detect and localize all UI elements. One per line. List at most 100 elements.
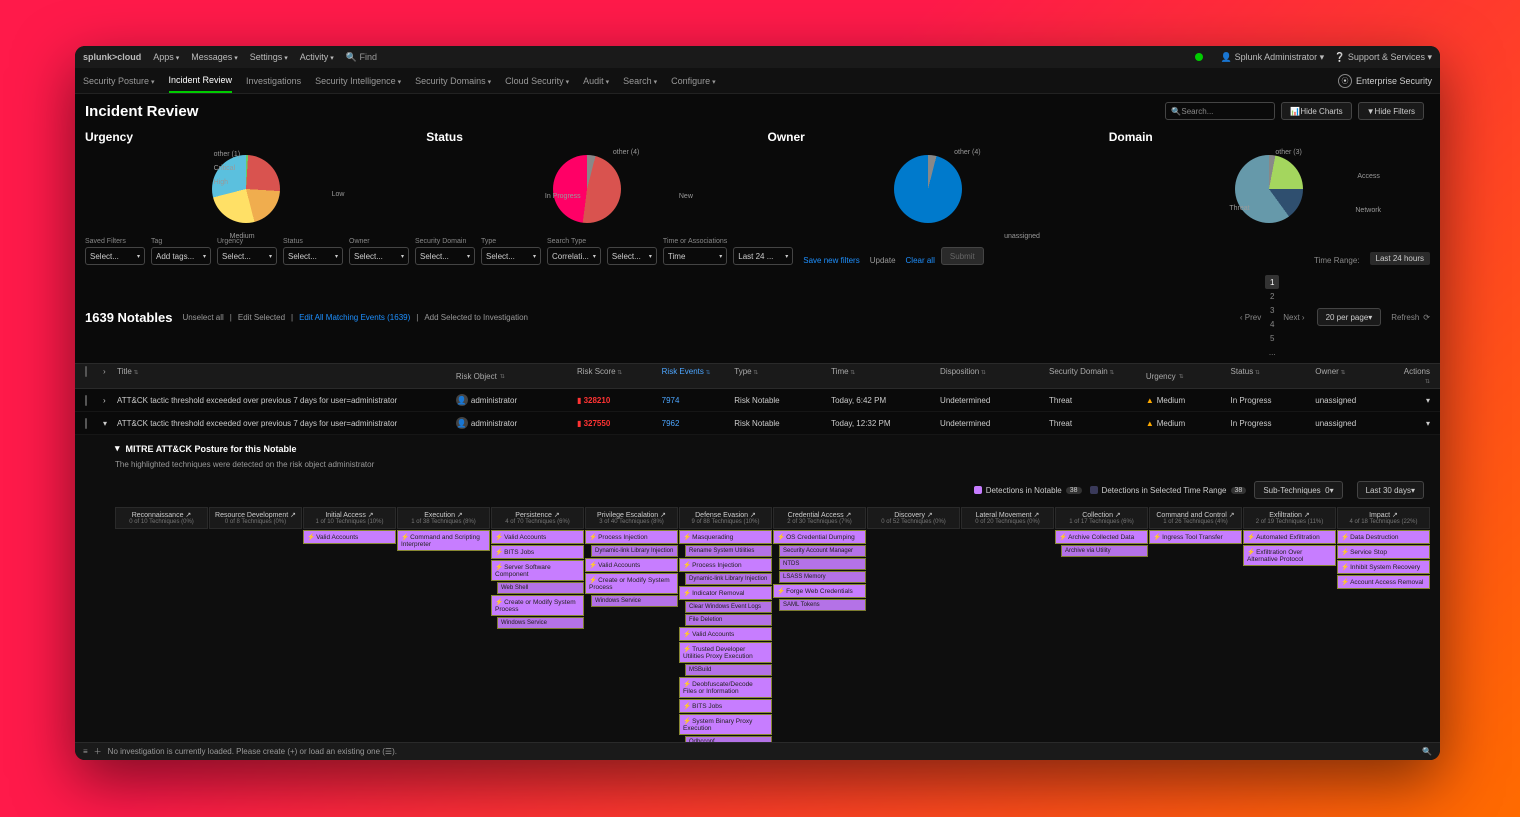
tactic-header[interactable]: Resource Development ↗0 of 8 Techniques … <box>209 507 302 529</box>
technique-cell[interactable]: ⚡BITS Jobs <box>491 545 584 559</box>
nav-item[interactable]: Cloud Security <box>505 70 569 92</box>
row-checkbox[interactable] <box>85 418 87 429</box>
hide-charts-button[interactable]: 📊 Hide Charts <box>1281 102 1351 120</box>
select-all-checkbox[interactable] <box>85 366 87 377</box>
filter-select[interactable]: Select... <box>607 247 657 265</box>
top-menu-item[interactable]: Messages <box>191 52 238 62</box>
nav-item[interactable]: Security Domains <box>415 70 491 92</box>
find-link[interactable]: 🔍 Find <box>346 52 377 63</box>
filter-select[interactable]: Select... <box>85 247 145 265</box>
technique-cell[interactable]: MSBuild <box>685 664 772 676</box>
tactic-header[interactable]: Command and Control ↗1 of 26 Techniques … <box>1149 507 1242 529</box>
unselect-all-link[interactable]: Unselect all <box>182 313 223 322</box>
table-row[interactable]: ▾ ATT&CK tactic threshold exceeded over … <box>75 412 1440 435</box>
technique-cell[interactable]: ⚡Inhibit System Recovery <box>1337 560 1430 574</box>
filter-select[interactable]: Select... <box>349 247 409 265</box>
submit-button[interactable]: Submit <box>941 247 984 265</box>
technique-cell[interactable]: File Deletion <box>685 614 772 626</box>
technique-cell[interactable]: LSASS Memory <box>779 571 866 583</box>
edit-selected-link[interactable]: Edit Selected <box>238 313 285 322</box>
column-header[interactable]: Owner <box>1315 367 1400 385</box>
pager-next[interactable]: Next › <box>1283 313 1304 322</box>
column-header[interactable]: Risk Object <box>456 367 577 385</box>
tactic-header[interactable]: Persistence ↗4 of 70 Techniques (6%) <box>491 507 584 529</box>
sub-techniques-select[interactable]: Sub-Techniques 0 ▾ <box>1254 481 1342 499</box>
tactic-header[interactable]: Execution ↗1 of 38 Techniques (8%) <box>397 507 490 529</box>
page-number[interactable]: 1 <box>1265 275 1279 289</box>
technique-cell[interactable]: ⚡Data Destruction <box>1337 530 1430 544</box>
technique-cell[interactable]: Windows Service <box>497 617 584 629</box>
expand-row[interactable]: ▾ <box>103 419 117 428</box>
technique-cell[interactable]: ⚡Valid Accounts <box>491 530 584 544</box>
hide-filters-button[interactable]: ▼ Hide Filters <box>1358 102 1424 120</box>
technique-cell[interactable]: Security Account Manager <box>779 545 866 557</box>
nav-item[interactable]: Incident Review <box>169 69 233 93</box>
edit-all-link[interactable]: Edit All Matching Events (1639) <box>299 313 410 322</box>
technique-cell[interactable]: SAML Tokens <box>779 599 866 611</box>
expand-all[interactable]: › <box>103 367 117 385</box>
technique-cell[interactable]: ⚡Archive Collected Data <box>1055 530 1148 544</box>
tactic-header[interactable]: Privilege Escalation ↗3 of 40 Techniques… <box>585 507 678 529</box>
technique-cell[interactable]: ⚡Indicator Removal <box>679 586 772 600</box>
technique-cell[interactable]: NTDS <box>779 558 866 570</box>
refresh-icon[interactable]: ⟳ <box>1423 313 1430 322</box>
top-menu-item[interactable]: Activity <box>300 52 334 62</box>
filter-select[interactable]: Select... <box>217 247 277 265</box>
page-number[interactable]: 4 <box>1265 317 1279 331</box>
technique-cell[interactable]: Clear Windows Event Logs <box>685 601 772 613</box>
add-investigation-link[interactable]: Add Selected to Investigation <box>424 313 528 322</box>
chevron-down-icon[interactable]: ▾ <box>115 443 120 454</box>
technique-cell[interactable]: ⚡Create or Modify System Process <box>585 573 678 594</box>
technique-cell[interactable]: ⚡Exfiltration Over Alternative Protocol <box>1243 545 1336 566</box>
page-number[interactable]: 2 <box>1265 289 1279 303</box>
technique-cell[interactable]: Windows Service <box>591 595 678 607</box>
expand-row[interactable]: › <box>103 396 117 405</box>
column-header[interactable]: Type <box>734 367 831 385</box>
top-menu-item[interactable]: Settings <box>250 52 288 62</box>
technique-cell[interactable]: ⚡Create or Modify System Process <box>491 595 584 616</box>
column-header[interactable]: Security Domain <box>1049 367 1146 385</box>
technique-cell[interactable]: Odbcconf <box>685 736 772 742</box>
technique-cell[interactable]: ⚡Process Injection <box>679 558 772 572</box>
technique-cell[interactable]: ⚡Account Access Removal <box>1337 575 1430 589</box>
page-number[interactable]: 3 <box>1265 303 1279 317</box>
column-header[interactable]: Status <box>1231 367 1316 385</box>
technique-cell[interactable]: ⚡OS Credential Dumping <box>773 530 866 544</box>
page-number[interactable]: 5 <box>1265 331 1279 345</box>
technique-cell[interactable]: Rename System Utilities <box>685 545 772 557</box>
column-header[interactable]: Urgency <box>1146 367 1231 385</box>
page-number[interactable]: ... <box>1265 345 1279 359</box>
nav-item[interactable]: Search <box>623 70 657 92</box>
technique-cell[interactable]: ⚡BITS Jobs <box>679 699 772 713</box>
support-menu[interactable]: ❔ Support & Services ▾ <box>1334 52 1432 63</box>
timerange-select[interactable]: Last 30 days ▾ <box>1357 481 1424 499</box>
column-header[interactable]: Disposition <box>940 367 1049 385</box>
row-actions[interactable]: ▾ <box>1400 419 1430 428</box>
technique-cell[interactable]: Dynamic-link Library Injection <box>685 573 772 585</box>
filter-select[interactable]: Select... <box>283 247 343 265</box>
filter-select[interactable]: Last 24 ... <box>733 247 793 265</box>
technique-cell[interactable]: ⚡Trusted Developer Utilities Proxy Execu… <box>679 642 772 663</box>
nav-item[interactable]: Security Posture <box>83 70 155 92</box>
row-actions[interactable]: ▾ <box>1400 396 1430 405</box>
technique-cell[interactable]: ⚡Process Injection <box>585 530 678 544</box>
filter-select[interactable]: Select... <box>481 247 541 265</box>
technique-cell[interactable]: ⚡Automated Exfiltration <box>1243 530 1336 544</box>
column-header[interactable]: Title <box>117 367 456 385</box>
search-input[interactable]: 🔍 Search... <box>1165 102 1275 120</box>
save-filters-link[interactable]: Save new filters <box>803 256 859 265</box>
tactic-header[interactable]: Defense Evasion ↗9 of 88 Techniques (10%… <box>679 507 772 529</box>
table-row[interactable]: › ATT&CK tactic threshold exceeded over … <box>75 389 1440 412</box>
tactic-header[interactable]: Exfiltration ↗2 of 19 Techniques (11%) <box>1243 507 1336 529</box>
filter-select[interactable]: Select... <box>415 247 475 265</box>
nav-item[interactable]: Configure <box>671 70 716 92</box>
technique-cell[interactable]: ⚡Service Stop <box>1337 545 1430 559</box>
top-menu-item[interactable]: Apps <box>153 52 179 62</box>
technique-cell[interactable]: ⚡Command and Scripting Interpreter <box>397 530 490 551</box>
technique-cell[interactable]: ⚡Valid Accounts <box>585 558 678 572</box>
tactic-header[interactable]: Collection ↗1 of 17 Techniques (6%) <box>1055 507 1148 529</box>
technique-cell[interactable]: Web Shell <box>497 582 584 594</box>
nav-item[interactable]: Security Intelligence <box>315 70 401 92</box>
tactic-header[interactable]: Impact ↗4 of 18 Techniques (22%) <box>1337 507 1430 529</box>
filter-select[interactable]: Add tags... <box>151 247 211 265</box>
